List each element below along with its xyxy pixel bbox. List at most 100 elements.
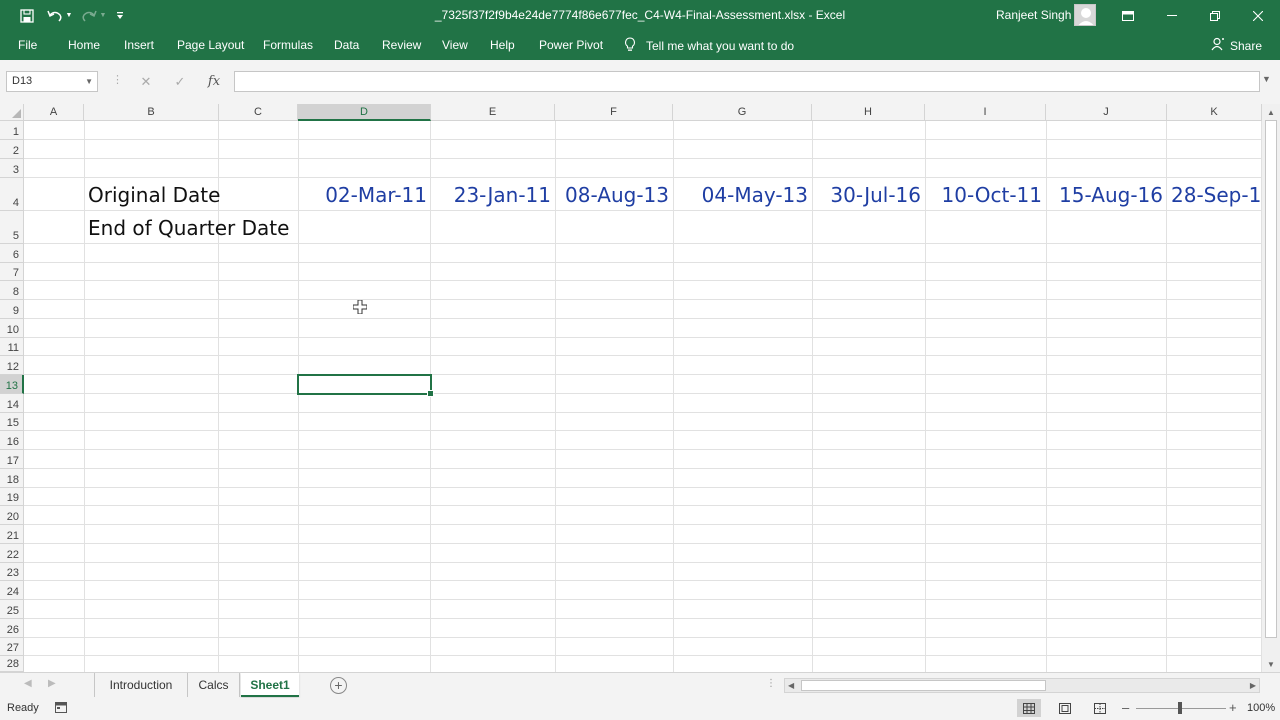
cell-d4-date[interactable]: 02-Mar-11 — [299, 183, 427, 207]
zoom-out-icon[interactable]: – — [1122, 698, 1129, 718]
column-header-f[interactable]: F — [555, 104, 673, 121]
select-all-corner[interactable] — [0, 104, 24, 121]
row-header-11[interactable]: 11 — [0, 338, 24, 356]
row-header-6[interactable]: 6 — [0, 244, 24, 263]
zoom-in-icon[interactable]: + — [1229, 698, 1237, 718]
column-header-d[interactable]: D — [298, 104, 431, 121]
tab-power-pivot[interactable]: Power Pivot — [539, 31, 603, 60]
row-header-5[interactable]: 5 — [0, 211, 24, 244]
worksheet-grid[interactable]: A B C D E F G H I J K 1 2 3 4 5 6 7 8 9 … — [0, 104, 1262, 672]
ribbon-display-options-icon[interactable] — [1108, 0, 1148, 31]
insert-function-icon[interactable]: fx — [202, 71, 226, 92]
row-header-4[interactable]: 4 — [0, 178, 24, 211]
scroll-right-icon[interactable]: ▶ — [1250, 679, 1256, 692]
row-header-13[interactable]: 13 — [0, 375, 24, 394]
macro-record-icon[interactable] — [55, 702, 67, 713]
column-header-g[interactable]: G — [673, 104, 812, 121]
row-header-19[interactable]: 19 — [0, 488, 24, 506]
row-header-26[interactable]: 26 — [0, 619, 24, 638]
column-header-b[interactable]: B — [84, 104, 219, 121]
horizontal-scrollbar[interactable]: ◀ ▶ — [784, 678, 1260, 693]
row-header-27[interactable]: 27 — [0, 638, 24, 656]
close-icon[interactable] — [1238, 0, 1278, 31]
tab-home[interactable]: Home — [68, 31, 100, 60]
column-header-i[interactable]: I — [925, 104, 1046, 121]
share-button[interactable]: Share — [1211, 31, 1262, 60]
vertical-scroll-thumb[interactable] — [1265, 120, 1277, 638]
cell-b5-end-of-quarter[interactable]: End of Quarter Date — [88, 216, 289, 240]
row-header-10[interactable]: 10 — [0, 319, 24, 338]
sheet-tab-calcs[interactable]: Calcs — [188, 673, 240, 697]
scroll-up-icon[interactable]: ▲ — [1262, 106, 1280, 120]
cell-j4-date[interactable]: 15-Aug-16 — [1047, 183, 1163, 207]
row-header-25[interactable]: 25 — [0, 600, 24, 619]
cell-k4-date[interactable]: 28-Sep-1 — [1168, 183, 1261, 207]
scroll-down-icon[interactable]: ▼ — [1262, 658, 1280, 672]
tab-file[interactable]: File — [18, 31, 37, 60]
new-sheet-button[interactable]: + — [330, 677, 347, 694]
confirm-entry-icon[interactable]: ✓ — [168, 71, 192, 92]
sheet-tab-sheet1[interactable]: Sheet1 — [241, 673, 299, 697]
cell-i4-date[interactable]: 10-Oct-11 — [926, 183, 1042, 207]
zoom-slider-thumb[interactable] — [1178, 702, 1182, 714]
normal-view-icon[interactable] — [1017, 699, 1041, 717]
row-header-20[interactable]: 20 — [0, 506, 24, 525]
cell-b4-original-date[interactable]: Original Date — [88, 183, 220, 207]
row-header-7[interactable]: 7 — [0, 263, 24, 281]
cell-e4-date[interactable]: 23-Jan-11 — [431, 183, 551, 207]
tab-help[interactable]: Help — [490, 31, 515, 60]
cancel-entry-icon[interactable]: ✕ — [134, 71, 158, 92]
row-header-21[interactable]: 21 — [0, 525, 24, 544]
active-cell-d13[interactable] — [297, 374, 434, 397]
tab-split-handle[interactable]: ⋮ — [766, 678, 776, 689]
cell-f4-date[interactable]: 08-Aug-13 — [556, 183, 669, 207]
avatar[interactable] — [1074, 4, 1096, 26]
column-header-h[interactable]: H — [812, 104, 925, 121]
column-header-c[interactable]: C — [219, 104, 298, 121]
row-header-3[interactable]: 3 — [0, 159, 24, 178]
tab-review[interactable]: Review — [382, 31, 421, 60]
column-header-a[interactable]: A — [24, 104, 84, 121]
row-header-17[interactable]: 17 — [0, 450, 24, 469]
user-name[interactable]: Ranjeet Singh — [996, 0, 1071, 31]
column-header-k[interactable]: K — [1167, 104, 1262, 121]
minimize-icon[interactable] — [1152, 0, 1192, 31]
tab-page-layout[interactable]: Page Layout — [177, 31, 244, 60]
row-header-16[interactable]: 16 — [0, 431, 24, 450]
next-sheet-icon[interactable]: ▶ — [48, 678, 56, 689]
horizontal-scroll-thumb[interactable] — [801, 680, 1046, 691]
row-header-8[interactable]: 8 — [0, 281, 24, 300]
cell-g4-date[interactable]: 04-May-13 — [674, 183, 808, 207]
tab-data[interactable]: Data — [334, 31, 359, 60]
row-header-1[interactable]: 1 — [0, 121, 24, 140]
scroll-left-icon[interactable]: ◀ — [788, 679, 794, 692]
formula-input[interactable] — [234, 71, 1260, 92]
zoom-level[interactable]: 100% — [1247, 698, 1275, 718]
row-header-14[interactable]: 14 — [0, 394, 24, 413]
page-layout-view-icon[interactable] — [1053, 699, 1077, 717]
cell-h4-date[interactable]: 30-Jul-16 — [813, 183, 921, 207]
vertical-scrollbar[interactable]: ▲ ▼ — [1262, 104, 1280, 672]
page-break-view-icon[interactable] — [1088, 699, 1112, 717]
chevron-down-icon[interactable]: ▼ — [85, 72, 93, 91]
tell-me-search[interactable]: Tell me what you want to do — [624, 31, 794, 60]
row-header-22[interactable]: 22 — [0, 544, 24, 563]
row-header-15[interactable]: 15 — [0, 413, 24, 431]
row-header-18[interactable]: 18 — [0, 469, 24, 488]
expand-formula-bar-icon[interactable]: ▼ — [1262, 74, 1271, 84]
row-header-23[interactable]: 23 — [0, 563, 24, 581]
row-header-9[interactable]: 9 — [0, 300, 24, 319]
tab-insert[interactable]: Insert — [124, 31, 154, 60]
row-header-12[interactable]: 12 — [0, 356, 24, 375]
name-box[interactable]: D13 ▼ — [6, 71, 98, 92]
row-header-28[interactable]: 28 — [0, 656, 24, 672]
column-header-e[interactable]: E — [431, 104, 555, 121]
restore-icon[interactable] — [1195, 0, 1235, 31]
prev-sheet-icon[interactable]: ◀ — [24, 678, 32, 689]
column-header-j[interactable]: J — [1046, 104, 1167, 121]
tab-formulas[interactable]: Formulas — [263, 31, 313, 60]
row-header-24[interactable]: 24 — [0, 581, 24, 600]
tab-view[interactable]: View — [442, 31, 468, 60]
row-header-2[interactable]: 2 — [0, 140, 24, 159]
sheet-tab-introduction[interactable]: Introduction — [94, 673, 188, 697]
